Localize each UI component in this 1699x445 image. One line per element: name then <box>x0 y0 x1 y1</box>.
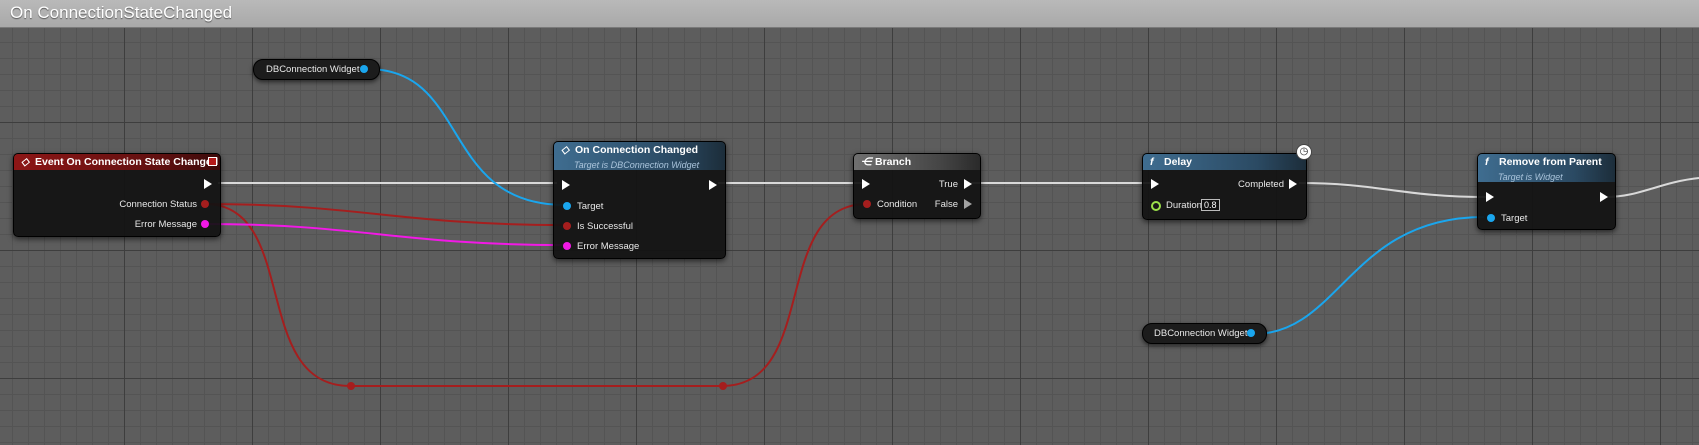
event-diamond-icon: ◇ <box>561 144 570 156</box>
var-label: DBConnection Widget <box>1154 328 1248 339</box>
remove-node-header: f Remove from Parent Target is Widget <box>1478 154 1615 182</box>
call-node-header: ◇ On Connection Changed Target is DBConne… <box>554 142 725 170</box>
delay-node[interactable]: f Delay ◷ Completed Duration 0.8 <box>1142 144 1312 220</box>
reroute-knot-right[interactable] <box>719 382 727 390</box>
event-node[interactable]: ◇ Event On Connection State Changed Conne… <box>13 153 221 237</box>
exec-input-pin[interactable] <box>1486 192 1494 202</box>
pin-label-error-message: Error Message <box>134 219 197 230</box>
pin-label-connection-status: Connection Status <box>119 199 197 210</box>
pin-label-true: True <box>938 179 958 190</box>
remove-from-parent-node[interactable]: f Remove from Parent Target is Widget Tar… <box>1477 153 1616 230</box>
reroute-knot-left[interactable] <box>347 382 355 390</box>
pin-label-is-successful: Is Successful <box>577 221 633 232</box>
condition-input-pin[interactable] <box>863 200 871 208</box>
pin-label-error-message: Error Message <box>577 241 640 252</box>
object-wire-widget-to-remove-target <box>1253 216 1485 335</box>
exec-output-pin[interactable] <box>1600 192 1608 202</box>
function-icon: f <box>1485 156 1489 168</box>
remove-node-subtitle: Target is Widget <box>1498 172 1563 182</box>
bool-wire-status-to-successful <box>204 203 566 226</box>
exec-wire-delay-to-remove <box>1298 182 1489 198</box>
is-successful-input-pin[interactable] <box>563 222 571 230</box>
exec-input-pin[interactable] <box>1151 179 1159 189</box>
pin-label-target: Target <box>577 201 604 212</box>
object-output-pin[interactable] <box>1247 329 1255 337</box>
pin-label-duration: Duration <box>1166 200 1202 211</box>
exec-input-pin[interactable] <box>562 180 570 190</box>
pin-label-completed: Completed <box>1238 179 1284 190</box>
duration-value-field[interactable]: 0.8 <box>1201 199 1220 211</box>
exec-output-pin[interactable] <box>709 180 717 190</box>
on-connection-changed-node[interactable]: ◇ On Connection Changed Target is DBConne… <box>553 141 726 259</box>
dbconnection-widget-getter-top[interactable]: DBConnection Widget <box>253 59 380 80</box>
pin-label-false: False <box>934 199 958 210</box>
false-exec-output-pin[interactable] <box>964 199 972 209</box>
error-message-input-pin[interactable] <box>563 242 571 250</box>
error-message-output-pin[interactable] <box>201 220 209 228</box>
branch-icon: ⋲ <box>861 156 872 168</box>
duration-input-pin[interactable] <box>1151 201 1161 211</box>
event-node-header: ◇ Event On Connection State Changed <box>14 154 220 170</box>
var-label: DBConnection Widget <box>266 64 360 75</box>
exec-output-pin[interactable] <box>204 179 212 189</box>
object-output-pin[interactable] <box>360 65 368 73</box>
delay-node-header: f Delay <box>1143 154 1306 170</box>
event-diamond-icon: ◇ <box>21 156 30 168</box>
bool-wire-status-to-condition <box>204 203 868 387</box>
pin-label-target: Target <box>1501 213 1528 224</box>
target-input-pin[interactable] <box>1487 214 1495 222</box>
exec-wire-remove-out <box>1605 177 1699 198</box>
true-exec-output-pin[interactable] <box>964 179 972 189</box>
branch-node-header: ⋲ Branch <box>854 154 980 170</box>
connection-status-output-pin[interactable] <box>201 200 209 208</box>
pin-label-condition: Condition <box>877 199 918 210</box>
target-input-pin[interactable] <box>563 202 571 210</box>
object-wire-widget-to-target <box>367 68 566 206</box>
completed-exec-output-pin[interactable] <box>1289 179 1297 189</box>
dbconnection-widget-getter-bottom[interactable]: DBConnection Widget <box>1142 323 1267 344</box>
branch-node[interactable]: ⋲ Branch True Condition False <box>853 153 981 219</box>
call-node-subtitle: Target is DBConnection Widget <box>574 160 700 170</box>
exec-input-pin[interactable] <box>862 179 870 189</box>
function-icon: f <box>1150 156 1154 168</box>
delegate-output-pin[interactable] <box>208 157 217 166</box>
latent-clock-icon: ◷ <box>1296 144 1312 160</box>
